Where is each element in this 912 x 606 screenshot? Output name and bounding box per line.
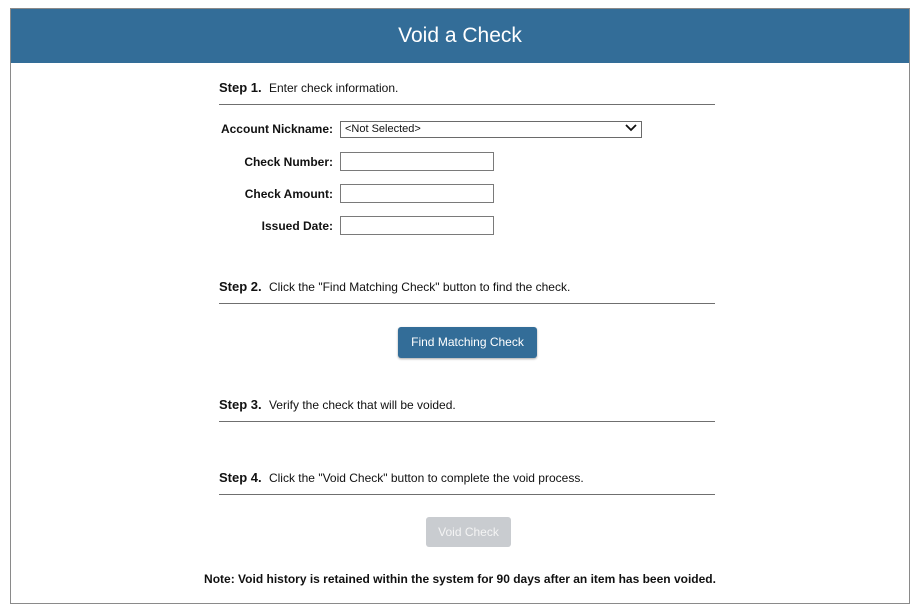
void-history-note: Note: Void history is retained within th… xyxy=(204,572,716,586)
account-nickname-value: <Not Selected> xyxy=(345,123,421,135)
account-nickname-select[interactable]: <Not Selected> xyxy=(340,121,642,138)
find-matching-check-button[interactable]: Find Matching Check xyxy=(398,327,537,358)
step-4-number: Step 4. xyxy=(219,470,262,485)
void-check-panel: Void a Check Step 1. Enter check informa… xyxy=(10,8,910,604)
page-title: Void a Check xyxy=(11,9,909,63)
step-2-header: Step 2. Click the "Find Matching Check" … xyxy=(219,279,715,304)
check-amount-label: Check Amount: xyxy=(244,187,333,201)
step-2-number: Step 2. xyxy=(219,279,262,294)
step-4-text: Click the "Void Check" button to complet… xyxy=(268,471,584,485)
void-check-button[interactable]: Void Check xyxy=(426,517,511,547)
step-3-number: Step 3. xyxy=(219,397,262,412)
step-1-text: Enter check information. xyxy=(268,81,399,95)
step-4-header: Step 4. Click the "Void Check" button to… xyxy=(219,470,715,495)
check-number-label: Check Number: xyxy=(244,155,333,169)
step-1-header: Step 1. Enter check information. xyxy=(219,80,715,105)
check-number-input[interactable] xyxy=(340,152,494,171)
step-2-text: Click the "Find Matching Check" button t… xyxy=(268,280,571,294)
step-1-number: Step 1. xyxy=(219,80,262,95)
chevron-down-icon xyxy=(625,122,637,137)
account-nickname-label: Account Nickname: xyxy=(220,122,333,136)
step-3-text: Verify the check that will be voided. xyxy=(268,398,456,412)
check-amount-input[interactable] xyxy=(340,184,494,203)
issued-date-label: Issued Date: xyxy=(261,219,333,233)
step-3-header: Step 3. Verify the check that will be vo… xyxy=(219,397,715,422)
issued-date-input[interactable] xyxy=(340,216,494,235)
